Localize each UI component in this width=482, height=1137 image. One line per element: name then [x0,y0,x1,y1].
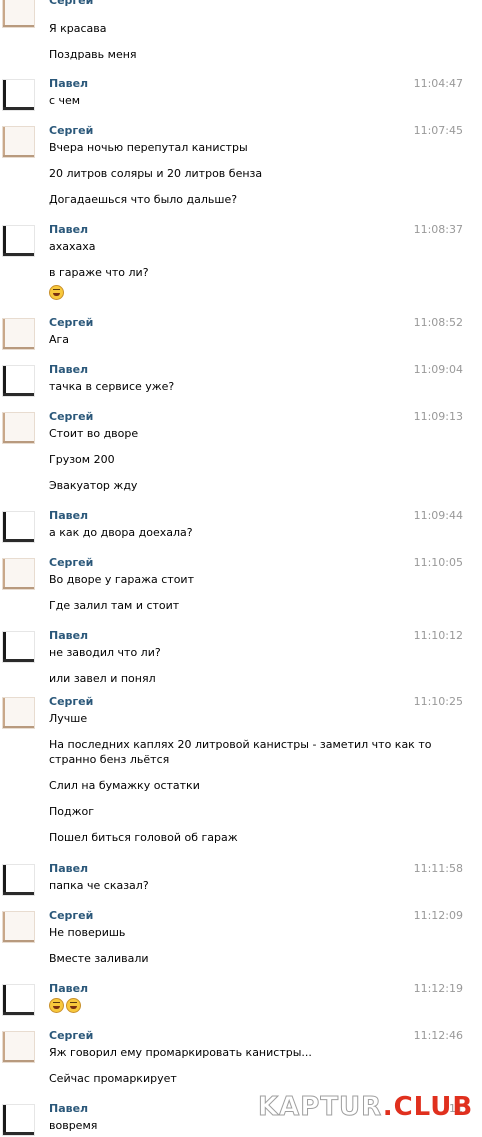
avatar[interactable] [2,631,35,663]
message-time: 11:10:25 [413,695,463,708]
watermark-text-club: CLUB [393,1092,474,1122]
author-name[interactable]: Павел [49,629,88,643]
message-text: папка че сказал? [49,879,149,892]
avatar[interactable] [2,911,35,943]
message-time: 11:12:19 [413,982,463,995]
message-text: Эвакуатор жду [49,479,138,492]
message-text: с чем [49,94,81,107]
emoji-row [49,998,83,1013]
author-name[interactable]: Павел [49,77,88,91]
avatar[interactable] [2,1031,35,1063]
author-name[interactable]: Сергей [49,124,93,138]
message-time: 11:10:12 [413,629,463,642]
message-time: 11:10:05 [413,556,463,569]
laughing-emoji-icon [66,998,81,1013]
message-text: Поджог [49,805,95,818]
message-text: Где залил там и стоит [49,599,180,612]
message-text: Сейчас промаркирует [49,1072,177,1085]
author-name[interactable]: Павел [49,862,88,876]
message-text: Не поверишь [49,926,126,939]
message-text: вовремя [49,1119,98,1132]
avatar[interactable] [2,511,35,543]
author-name[interactable]: Сергей [49,1029,93,1043]
emoji-row [49,285,66,300]
message-text: Слил на бумажку остатки [49,779,200,792]
avatar[interactable] [2,697,35,729]
avatar[interactable] [2,0,35,28]
message-time: 11:09:13 [413,410,463,423]
message-text: в гараже что ли? [49,266,149,279]
avatar[interactable] [2,1104,35,1136]
message-text: 20 литров соляры и 20 литров бенза [49,167,263,180]
author-name[interactable]: Сергей [49,0,93,8]
message-text: Я красава [49,22,107,35]
message-text: Догадаешься что было дальше? [49,193,238,206]
message-text: Яж говорил ему промаркировать канистры..… [49,1046,312,1059]
author-name[interactable]: Павел [49,509,88,523]
message-text: Поздравь меня [49,48,137,61]
message-text: Вчера ночью перепутал канистры [49,141,248,154]
avatar[interactable] [2,225,35,257]
message-time: 11:08:37 [413,223,463,236]
avatar[interactable] [2,412,35,444]
message-text: а как до двора доехала? [49,526,193,539]
author-name[interactable]: Сергей [49,909,93,923]
message-text: Стоит во дворе [49,427,139,440]
avatar[interactable] [2,126,35,158]
author-name[interactable]: Павел [49,223,88,237]
message-text: Во дворе у гаража стоит [49,573,194,586]
avatar[interactable] [2,558,35,590]
watermark-text-kaptur: KAPTUR [258,1092,383,1123]
message-time: 11:08:52 [413,316,463,329]
message-text: На последних каплях 20 литровой канистры… [49,738,432,751]
author-name[interactable]: Сергей [49,410,93,424]
message-text: Лучше [49,712,88,725]
message-text: Ага [49,333,70,346]
author-name[interactable]: Сергей [49,695,93,709]
avatar[interactable] [2,864,35,896]
message-time: 11:04:47 [413,77,463,90]
author-name[interactable]: Сергей [49,316,93,330]
author-name[interactable]: Павел [49,363,88,377]
avatar[interactable] [2,318,35,350]
message-text: Пошел биться головой об гараж [49,831,238,844]
message-text: не заводил что ли? [49,646,161,659]
author-name[interactable]: Павел [49,982,88,996]
message-text: ахахаха [49,240,96,253]
laughing-emoji-icon [49,285,64,300]
author-name[interactable]: Сергей [49,556,93,570]
watermark-dot: . [382,1092,394,1122]
message-text: странно бенз льётся [49,753,170,766]
message-time: 11:12:46 [413,1029,463,1042]
message-text: Вместе заливали [49,952,149,965]
watermark-logo: KAPTUR.CLUB [258,1092,474,1123]
laughing-emoji-icon [49,998,64,1013]
message-time: 11:12:09 [413,909,463,922]
message-time: 11:09:04 [413,363,463,376]
message-text: Грузом 200 [49,453,115,466]
message-text: или завел и понял [49,672,156,685]
message-time: 11:07:45 [413,124,463,137]
message-time: 11:09:44 [413,509,463,522]
message-time: 11:11:58 [413,862,463,875]
message-text: тачка в сервисе уже? [49,380,175,393]
author-name[interactable]: Павел [49,1102,88,1116]
avatar[interactable] [2,79,35,111]
avatar[interactable] [2,365,35,397]
avatar[interactable] [2,984,35,1016]
